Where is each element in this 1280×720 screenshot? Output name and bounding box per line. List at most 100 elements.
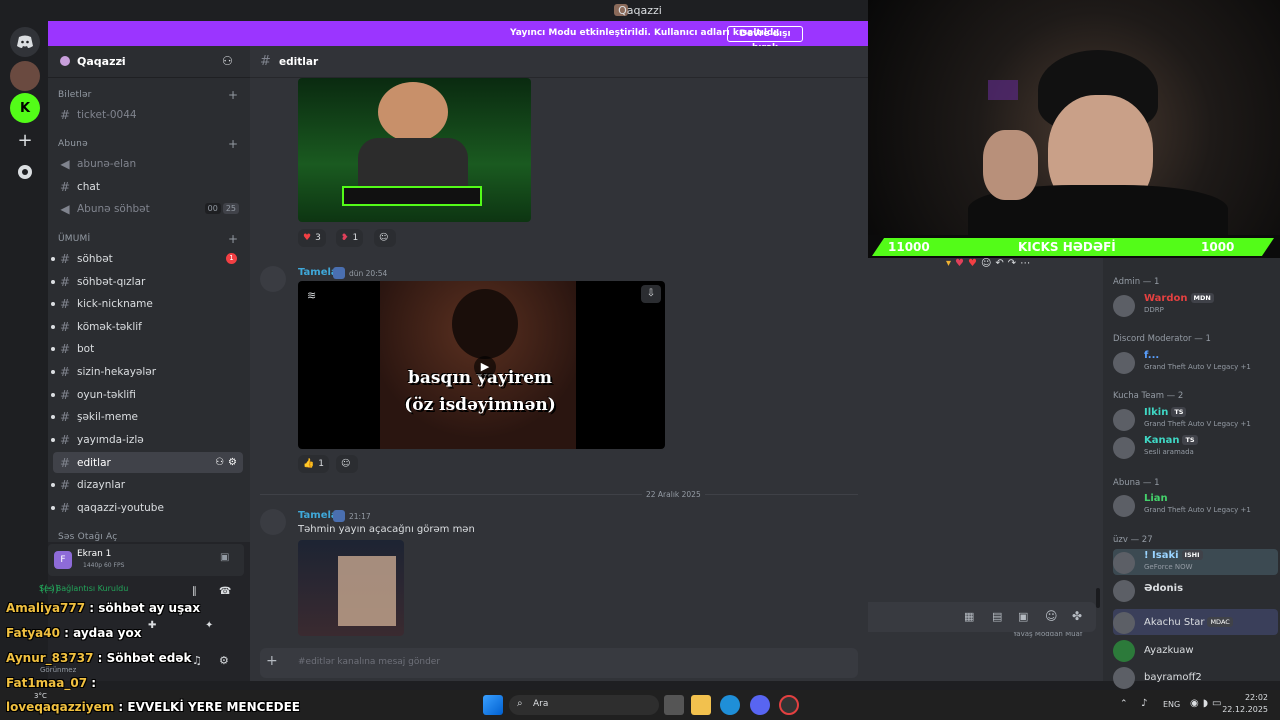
avatar[interactable] bbox=[260, 509, 286, 535]
channel-abuna-sohbet[interactable]: ◀ Abunə söhbət 00 25 bbox=[53, 198, 243, 219]
member-row[interactable]: Kanan TS Sesli aramada bbox=[1113, 434, 1278, 460]
channel-abuna-elan[interactable]: ◀ abunə-elan bbox=[53, 153, 243, 174]
apps-icon[interactable]: ✤ bbox=[1072, 609, 1082, 623]
more-icon[interactable]: ⋯ bbox=[1020, 258, 1034, 269]
server-kick-icon[interactable]: K bbox=[10, 93, 40, 123]
member-row[interactable]: bayramoff2 bbox=[1113, 664, 1278, 690]
channel-yayimda-izle[interactable]: # yayımda-izlə bbox=[51, 429, 243, 450]
windows-start-icon[interactable] bbox=[483, 695, 503, 715]
channel-ticket[interactable]: # ticket-0044 bbox=[53, 104, 243, 125]
heart-icon[interactable]: ♥ bbox=[968, 258, 981, 269]
add-server-icon[interactable]: + bbox=[10, 125, 40, 155]
gear-icon[interactable]: ⚙ bbox=[228, 457, 237, 468]
add-reaction-button[interactable]: ☺ bbox=[336, 455, 358, 473]
scrollbar[interactable] bbox=[1096, 588, 1100, 608]
soundboard-icon[interactable]: ✦ bbox=[205, 620, 213, 631]
channel-dizaynlar[interactable]: # dizaynlar bbox=[51, 474, 243, 495]
category-abuna[interactable]: Abunə bbox=[58, 139, 88, 149]
download-icon[interactable]: ⇩ bbox=[641, 285, 661, 303]
screenshot-attachment[interactable] bbox=[298, 540, 404, 636]
avatar[interactable] bbox=[260, 266, 286, 292]
add-channel-icon[interactable]: + bbox=[228, 88, 238, 102]
message-actions[interactable]: ▾♥♥☺↶↷⋯ bbox=[946, 258, 1096, 272]
task-view-icon[interactable] bbox=[664, 695, 684, 715]
channel-sekil-meme[interactable]: # şəkil-meme bbox=[51, 406, 243, 427]
gif-toggle-icon[interactable]: ≋ bbox=[307, 289, 316, 302]
server-qaqazzi-icon[interactable] bbox=[10, 61, 40, 91]
discover-icon[interactable] bbox=[10, 157, 40, 187]
reaction-thumbs-up[interactable]: 👍 1 bbox=[298, 455, 329, 473]
reaction-heart2[interactable]: ❥ 1 bbox=[336, 229, 364, 247]
member-row[interactable]: Ilkin TS Grand Theft Auto V Legacy +1 bbox=[1113, 406, 1278, 432]
disable-streamer-mode-button[interactable]: Devre dışı bırak bbox=[727, 26, 803, 53]
attach-plus-icon[interactable]: + bbox=[266, 653, 278, 669]
member-row[interactable]: f... Grand Theft Auto V Legacy +1 bbox=[1113, 349, 1278, 375]
member-row[interactable]: Ədonis bbox=[1113, 577, 1278, 603]
tray-chevron-icon[interactable]: ⌃ bbox=[1120, 699, 1128, 709]
category-biletlar[interactable]: Biletlər bbox=[58, 90, 92, 100]
image-attachment[interactable] bbox=[298, 78, 531, 222]
app-taskbar-icon[interactable] bbox=[779, 695, 799, 715]
gift-icon[interactable]: ▦ bbox=[964, 610, 974, 623]
thumbs-down-icon[interactable]: ▾ bbox=[946, 258, 955, 269]
composer-input[interactable]: #editlər kanalına mesaj gönder bbox=[298, 657, 440, 667]
forward-icon[interactable]: ↷ bbox=[1008, 258, 1020, 269]
noise-icon[interactable]: ∥ bbox=[192, 586, 197, 597]
add-channel-icon[interactable]: + bbox=[228, 137, 238, 151]
channel-sohbet-qizlar[interactable]: # söhbət-qızlar bbox=[51, 271, 243, 292]
add-reaction-icon[interactable]: ☺ bbox=[981, 258, 995, 269]
screen-share-card[interactable]: F Ekran 1 1440p 60 FPS ▣ bbox=[48, 544, 244, 576]
edge-icon[interactable] bbox=[720, 695, 740, 715]
streamer-mode-banner: Yayıncı Modu etkinleştirildi. Kullanıcı … bbox=[48, 21, 868, 53]
category-umumi[interactable]: ÜMUMİ bbox=[58, 234, 90, 244]
file-explorer-icon[interactable] bbox=[691, 695, 711, 715]
stop-share-icon[interactable]: ▣ bbox=[220, 552, 229, 563]
add-reaction-button[interactable]: ☺ bbox=[374, 229, 396, 247]
disconnect-icon[interactable]: ☎ bbox=[219, 586, 231, 597]
mic-icon[interactable]: ♪ bbox=[1141, 698, 1147, 709]
category-ses[interactable]: Səs Otağı Aç bbox=[58, 532, 117, 542]
member-row[interactable]: Wardon MDN DDRP bbox=[1113, 292, 1278, 318]
kicks-right: 1000 bbox=[1201, 240, 1235, 254]
discord-taskbar-icon[interactable] bbox=[750, 695, 770, 715]
member-row[interactable]: Akachu Star MDAC bbox=[1113, 609, 1278, 635]
channel-qaqazzi-youtube[interactable]: # qaqazzi-youtube bbox=[51, 497, 243, 518]
settings-gear-icon[interactable]: ⚙ bbox=[219, 654, 229, 667]
sticker-icon[interactable]: ▣ bbox=[1018, 610, 1028, 623]
reaction-heart[interactable]: ♥ 3 bbox=[298, 229, 326, 247]
video-attachment[interactable]: basqın yayirem (öz isdəyimnən) ≋ ⇩ ▶ bbox=[298, 281, 665, 449]
hearts-icon: ❥ bbox=[341, 233, 349, 243]
headphones-icon[interactable]: ♫ bbox=[192, 654, 202, 667]
channel-sizin-hekayeler[interactable]: # sizin-hekayələr bbox=[51, 361, 243, 382]
invite-icon[interactable]: ⚇ bbox=[215, 457, 224, 468]
invite-people-icon[interactable]: ⚇ bbox=[222, 54, 233, 68]
channel-chat[interactable]: # chat bbox=[53, 176, 243, 197]
taskbar-search[interactable]: ⌕ Ara bbox=[509, 695, 659, 715]
channel-editlar[interactable]: # editlar ⚇ ⚙ bbox=[53, 452, 243, 473]
clock-date: 22.12.2025 bbox=[1222, 705, 1268, 714]
gif-icon[interactable]: ▤ bbox=[992, 610, 1002, 623]
hearts-icon[interactable]: ♥ bbox=[955, 258, 968, 269]
member-row[interactable]: ! Isaki ISHI GeForce NOW bbox=[1113, 549, 1278, 575]
channel-oyun-teklifi[interactable]: # oyun-təklifi bbox=[51, 384, 243, 405]
member-row[interactable]: Ayazkuaw bbox=[1113, 637, 1278, 663]
cartoon-face bbox=[378, 82, 448, 142]
play-icon[interactable]: ▶ bbox=[474, 356, 496, 378]
channel-sohbet[interactable]: # söhbət 1 bbox=[51, 248, 243, 269]
avatar bbox=[1113, 580, 1135, 602]
channel-kick-nickname[interactable]: # kick-nickname bbox=[51, 293, 243, 314]
kicks-label: KICKS HƏDƏFİ bbox=[1018, 240, 1116, 254]
message-author[interactable]: Tamela bbox=[298, 267, 338, 278]
discord-home-icon[interactable] bbox=[10, 27, 40, 57]
reply-icon[interactable]: ↶ bbox=[995, 258, 1007, 269]
server-header[interactable]: Qaqazzi ⌄ ⚇ bbox=[48, 46, 250, 78]
member-row[interactable]: Lian Grand Theft Auto V Legacy +1 bbox=[1113, 492, 1278, 518]
language[interactable]: ENG bbox=[1163, 700, 1180, 709]
message-author[interactable]: Tamela bbox=[298, 510, 338, 521]
channel-komek-teklif[interactable]: # kömək-təklif bbox=[51, 316, 243, 337]
add-channel-icon[interactable]: + bbox=[228, 232, 238, 246]
emoji-icon[interactable]: ☺ bbox=[1045, 609, 1058, 623]
chevron-down-icon: ⌄ bbox=[117, 54, 126, 65]
channel-bot[interactable]: # bot bbox=[51, 338, 243, 359]
activity-icon[interactable]: ✚ bbox=[148, 620, 156, 631]
